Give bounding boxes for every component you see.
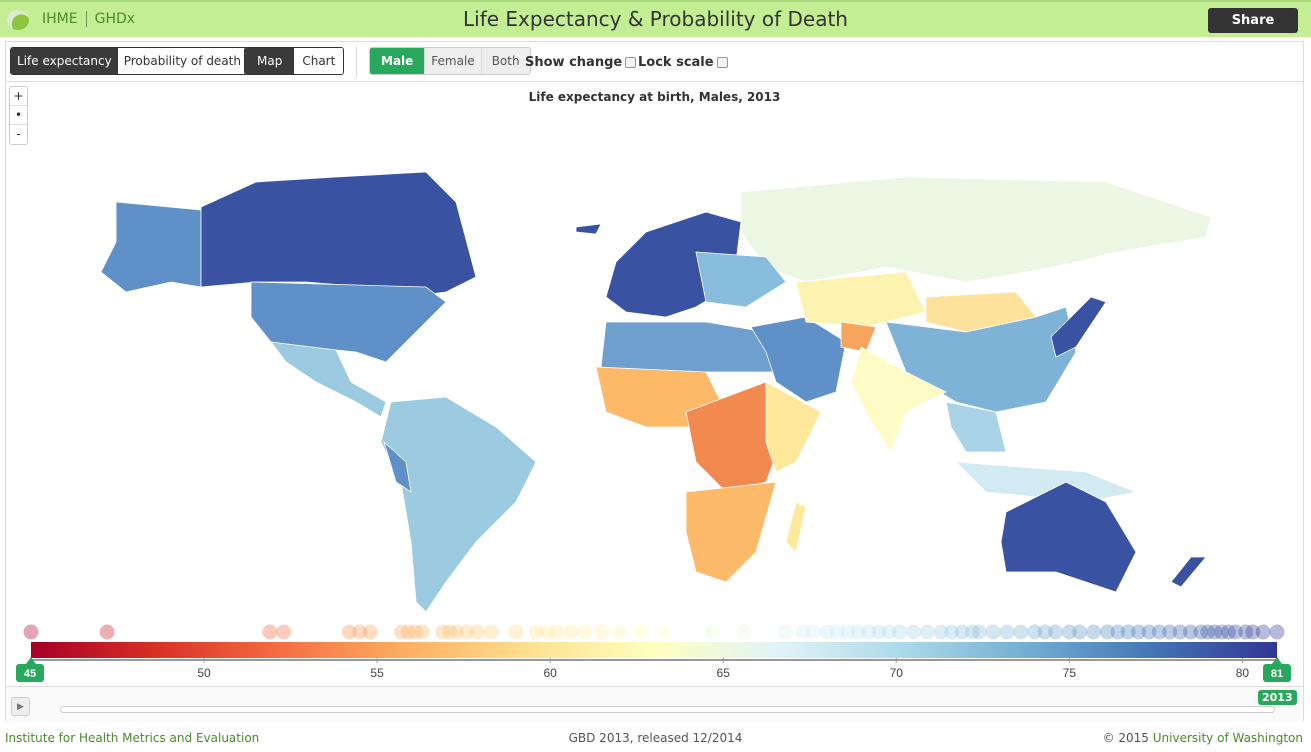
region-australia (1000, 481, 1137, 593)
sex-toggle: Male Female Both (369, 47, 531, 75)
footer-left[interactable]: Institute for Health Metrics and Evaluat… (5, 731, 259, 745)
tab-life-expectancy[interactable]: Life expectancy (11, 48, 118, 74)
page-title: Life Expectancy & Probability of Death (463, 7, 848, 31)
region-south-africa (685, 481, 777, 583)
tab-map[interactable]: Map (245, 48, 295, 74)
region-madagascar (785, 501, 807, 553)
region-russia (740, 176, 1212, 283)
tab-male[interactable]: Male (370, 48, 425, 74)
view-toggle: Map Chart (244, 47, 345, 75)
main-panel: Life expectancy Probability of death Map… (5, 41, 1304, 721)
header: IHME GHDx Life Expectancy & Probability o… (0, 0, 1311, 37)
show-change-checkbox[interactable]: Show change (525, 55, 637, 70)
year-handle[interactable]: 2013 (1258, 690, 1297, 705)
region-canada (200, 171, 477, 298)
year-slider[interactable] (60, 706, 1275, 713)
region-central-asia (795, 271, 927, 328)
tab-chart[interactable]: Chart (294, 48, 344, 74)
measure-toggle: Life expectancy Probability of death (10, 47, 248, 75)
region-iceland (575, 223, 602, 235)
region-north-africa (600, 321, 777, 373)
world-map[interactable] (6, 82, 1303, 662)
play-icon[interactable]: ▶ (11, 697, 30, 716)
timeline: ▶ 2013 (6, 686, 1303, 721)
university-link[interactable]: University of Washington (1153, 731, 1303, 745)
tab-both[interactable]: Both (480, 48, 530, 74)
region-new-zealand (1170, 556, 1207, 588)
toolbar: Life expectancy Probability of death Map… (6, 42, 1303, 82)
lock-scale-checkbox[interactable]: Lock scale (638, 55, 728, 70)
footer-right: © 2015 University of Washington (1102, 731, 1303, 745)
region-alaska (100, 201, 202, 293)
region-south-america (380, 396, 537, 613)
tab-female[interactable]: Female (424, 48, 481, 74)
region-afghanistan (840, 321, 877, 353)
tab-probability-of-death[interactable]: Probability of death (117, 48, 247, 74)
share-button[interactable]: Share (1208, 8, 1298, 33)
